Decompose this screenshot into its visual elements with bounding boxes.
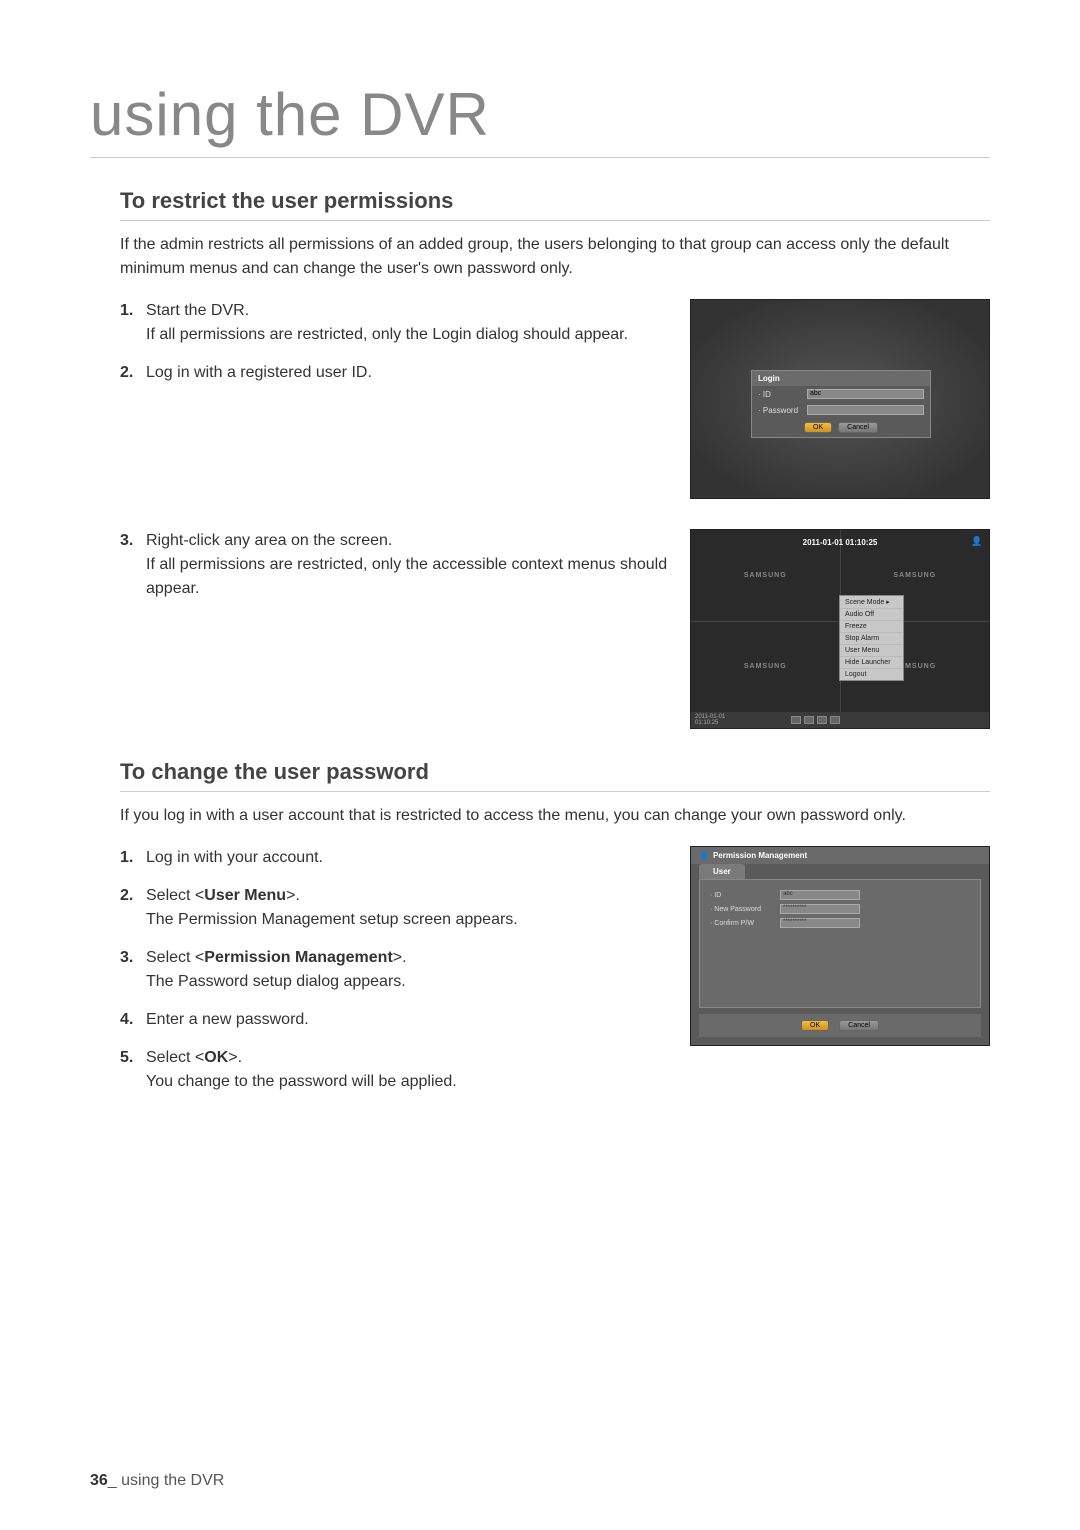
s2-step1: Log in with your account. [120,846,670,870]
context-screenshot: 2011-01-01 01:10:25 👤 SAMSUNG SAMSUNG SA… [690,529,990,729]
section1-intro: If the admin restricts all permissions o… [120,233,990,281]
ctx-audio-off[interactable]: Audio Off [840,609,903,621]
perm-id-input[interactable]: abc [780,890,860,900]
perm-confirm-label: · Confirm P/W [710,920,780,927]
s1-step1-text-a: Start the DVR. [146,302,249,319]
perm-newpw-input[interactable]: ********** [780,904,860,914]
t: The Permission Management setup screen a… [146,911,518,928]
context-menu[interactable]: Scene Mode ▸ Audio Off Freeze Stop Alarm… [839,595,904,681]
section2-title: To change the user password [120,759,990,792]
s2-step2: Select <User Menu>. The Permission Manag… [120,884,670,932]
perm-mgmt-term: Permission Management [204,949,393,966]
login-dialog-title: Login [752,371,930,386]
perm-newpw-label: · New Password [710,906,780,913]
ctx-scene-mode[interactable]: Scene Mode ▸ [840,596,903,609]
footer-sep: _ [108,1472,117,1489]
ctx-freeze[interactable]: Freeze [840,621,903,633]
section2-intro: If you log in with a user account that i… [120,804,990,828]
ctx-stop-alarm[interactable]: Stop Alarm [840,633,903,645]
samsung-logo: SAMSUNG [744,572,787,579]
s1-step1-text-b: If all permissions are restricted, only … [146,326,628,343]
layout-icon[interactable] [817,716,827,724]
perm-cancel-button[interactable]: Cancel [839,1020,879,1031]
s1-step3: Right-click any area on the screen. If a… [120,529,670,601]
ctx-hide-launcher[interactable]: Hide Launcher [840,657,903,669]
page-number: 36 [90,1472,108,1489]
s1-step3-text-b: If all permissions are restricted, only … [146,556,667,597]
t: >. [286,887,300,904]
timestamp: 2011-01-01 01:10:25 [691,538,989,547]
perm-tab-user[interactable]: User [699,864,745,879]
user-menu-term: User Menu [204,887,286,904]
login-id-label: · ID [758,390,803,399]
bottom-time: 01:10:25 [695,720,718,726]
ok-term: OK [204,1049,228,1066]
footer-section: using the DVR [117,1472,225,1489]
samsung-logo: SAMSUNG [893,572,936,579]
permission-screenshot: 👤 Permission Management User · ID abc · … [690,846,990,1046]
footer: 36_ using the DVR [90,1472,224,1490]
layout-icon[interactable] [804,716,814,724]
perm-title-text: Permission Management [713,851,807,860]
login-dialog: Login · ID abc · Password OK Cancel [751,370,931,438]
perm-dialog-title: 👤 Permission Management [691,847,989,864]
section1-title: To restrict the user permissions [120,188,990,221]
samsung-logo: SAMSUNG [744,663,787,670]
user-icon: 👤 [971,536,981,546]
t: Select < [146,887,204,904]
layout-icon[interactable] [791,716,801,724]
ctx-logout[interactable]: Logout [840,669,903,680]
s2-step5: Select <OK>. You change to the password … [120,1046,670,1094]
t: The Password setup dialog appears. [146,973,406,990]
bottom-icons [791,716,840,724]
bottom-bar: 2011-01-01 01:10:25 [691,712,989,728]
perm-ok-button[interactable]: OK [801,1020,829,1031]
t: Select < [146,949,204,966]
t: >. [228,1049,242,1066]
login-pw-input[interactable] [807,405,924,415]
t: Select < [146,1049,204,1066]
t: You change to the password will be appli… [146,1073,457,1090]
page-title: using the DVR [90,80,990,158]
login-cancel-button[interactable]: Cancel [838,422,878,433]
login-ok-button[interactable]: OK [804,422,832,433]
s2-step3: Select <Permission Management>. The Pass… [120,946,670,994]
layout-icon[interactable] [830,716,840,724]
s1-step3-text-a: Right-click any area on the screen. [146,532,392,549]
ctx-user-menu[interactable]: User Menu [840,645,903,657]
s1-step1: Start the DVR. If all permissions are re… [120,299,670,347]
perm-confirm-input[interactable]: ********** [780,918,860,928]
user-icon: 👤 [699,851,709,860]
login-id-input[interactable]: abc [807,389,924,399]
s1-step2: Log in with a registered user ID. [120,361,670,385]
login-screenshot: Login · ID abc · Password OK Cancel [690,299,990,499]
perm-id-label: · ID [710,892,780,899]
login-pw-label: · Password [758,406,803,415]
s2-step4: Enter a new password. [120,1008,670,1032]
t: >. [393,949,407,966]
